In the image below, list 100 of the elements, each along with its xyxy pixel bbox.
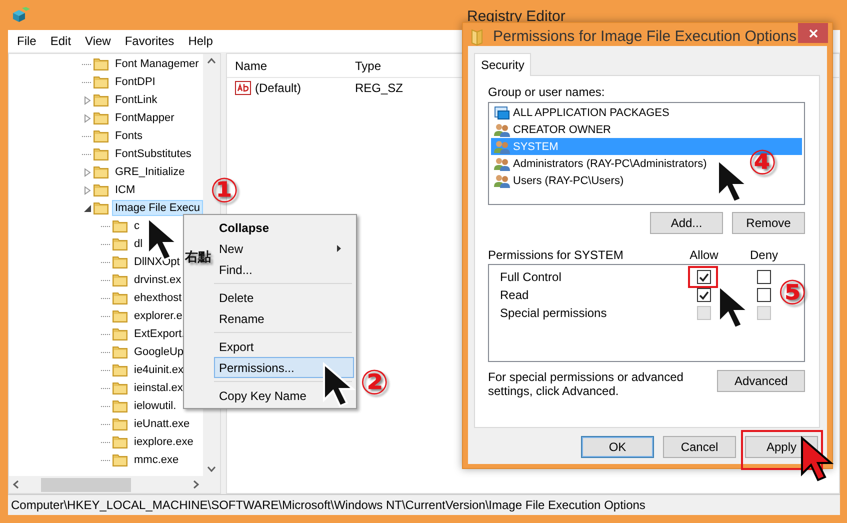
tree-item[interactable]: ehexthost <box>131 290 185 306</box>
folder-icon <box>112 309 128 323</box>
tree-item[interactable]: ielowutil. <box>131 398 180 414</box>
tree-item[interactable]: ie4uinit.ex <box>131 362 187 378</box>
tree-item[interactable]: c <box>131 218 142 234</box>
pointer-cursor-icon <box>322 362 354 408</box>
folder-icon <box>93 165 109 179</box>
deny-checkbox[interactable] <box>757 270 771 284</box>
horizontal-scrollbar[interactable] <box>9 476 203 493</box>
menu-item[interactable]: File <box>10 34 44 48</box>
tree-item[interactable]: ieinstal.ex <box>131 380 186 396</box>
chevron-down-icon[interactable] <box>207 466 216 472</box>
dialog-button[interactable]: OK <box>581 436 654 458</box>
group-label: Group or user names: <box>488 85 606 99</box>
context-menu-item[interactable]: Delete <box>214 287 354 308</box>
column-header[interactable]: Type <box>347 58 457 72</box>
folder-icon <box>93 93 109 107</box>
tree-item[interactable]: explorer.e <box>131 308 186 324</box>
folder-icon <box>112 291 128 305</box>
expand-arrow-icon[interactable] <box>84 168 90 176</box>
tree-item[interactable]: ieUnatt.exe <box>131 416 193 432</box>
menu-item[interactable]: Edit <box>43 34 78 48</box>
deny-checkbox[interactable] <box>757 288 771 302</box>
table-cell: REG_SZ <box>355 81 404 95</box>
collapse-arrow-icon[interactable] <box>84 204 90 212</box>
chevron-up-icon[interactable] <box>207 58 216 64</box>
folder-icon <box>112 237 128 251</box>
expand-arrow-icon[interactable] <box>84 114 90 122</box>
tree-item[interactable]: ICM <box>112 182 138 198</box>
tree-item[interactable]: Image File Execu <box>112 200 203 216</box>
advanced-hint: For special permissions or advanced settings, click Advanced. <box>488 370 684 398</box>
menu-item[interactable]: Favorites <box>118 34 182 48</box>
folder-icon <box>112 417 128 431</box>
permission-name: Read <box>500 288 530 302</box>
dialog-button[interactable]: Add... <box>650 212 723 234</box>
dialog-button[interactable]: Remove <box>732 212 805 234</box>
tree-item[interactable]: mmc.exe <box>131 452 182 468</box>
folder-icon <box>112 453 128 467</box>
folder-icon <box>93 129 109 143</box>
step-number: ① <box>210 174 239 208</box>
tree-item[interactable]: FontSubstitutes <box>112 146 194 162</box>
table-cell: (Default) <box>255 81 302 95</box>
tree-item[interactable]: GRE_Initialize <box>112 164 188 180</box>
tab[interactable]: Security <box>474 53 532 76</box>
close-button[interactable] <box>798 23 828 43</box>
folder-icon <box>93 75 109 89</box>
tree-item[interactable]: FontMapper <box>112 110 178 126</box>
package-icon <box>494 106 510 120</box>
column-header[interactable]: Name <box>227 58 347 72</box>
tree-item[interactable]: FontDPI <box>112 74 158 90</box>
tree-item[interactable]: FontLink <box>112 92 160 108</box>
context-menu-item[interactable]: Rename <box>214 308 354 329</box>
user-list-item[interactable]: ALL APPLICATION PACKAGES <box>491 104 672 121</box>
folder-icon <box>112 345 128 359</box>
expand-arrow-icon[interactable] <box>84 96 90 104</box>
permission-name: Full Control <box>500 270 562 284</box>
tree-item[interactable]: drvinst.ex <box>131 272 184 288</box>
folder-icon <box>93 201 109 215</box>
chevron-left-icon[interactable] <box>13 480 19 489</box>
users-icon <box>494 174 510 188</box>
folder-icon <box>112 255 128 269</box>
tree-item[interactable]: iexplore.exe <box>131 434 196 450</box>
chevron-right-icon[interactable] <box>193 480 199 489</box>
menu-item[interactable]: Help <box>181 34 220 48</box>
folder-icon <box>112 273 128 287</box>
users-icon <box>494 156 510 170</box>
tree-item[interactable]: Fonts <box>112 128 146 144</box>
folder-icon <box>112 381 128 395</box>
tree-item[interactable]: GoogleUp <box>131 344 187 360</box>
folder-icon <box>93 57 109 71</box>
tree-item[interactable]: Font Managemer <box>112 56 202 72</box>
folder-icon <box>93 147 109 161</box>
expand-arrow-icon[interactable] <box>84 186 90 194</box>
user-list-item[interactable]: Users (RAY-PC\Users) <box>491 172 627 189</box>
folder-icon <box>112 399 128 413</box>
menu-item[interactable]: View <box>78 34 118 48</box>
folder-icon <box>112 435 128 449</box>
context-menu-item[interactable]: Find... <box>214 259 354 280</box>
scrollbar-thumb[interactable] <box>41 478 131 492</box>
context-menu-item[interactable]: New <box>214 238 354 259</box>
folder-icon <box>112 327 128 341</box>
allow-checkbox[interactable] <box>697 288 711 302</box>
column-header: Deny <box>750 248 778 262</box>
pointer-cursor-icon <box>800 436 832 482</box>
context-menu-item[interactable]: Export <box>214 336 354 357</box>
user-list-item[interactable]: CREATOR OWNER <box>491 121 614 138</box>
annotation-text: 右點 <box>185 250 211 263</box>
status-bar: Computer\HKEY_LOCAL_MACHINE\SOFTWARE\Microsoft\Windows NT\CurrentVersion\Image File Execution Options <box>8 494 840 515</box>
folder-icon <box>93 111 109 125</box>
dialog-title: Permissions for Image File Execution Options <box>493 28 796 45</box>
step-number: ⑤ <box>778 276 807 310</box>
allow-checkbox[interactable] <box>697 270 711 284</box>
user-list-item[interactable]: Administrators (RAY-PC\Administrators) <box>491 155 710 172</box>
advanced-button[interactable]: Advanced <box>717 370 805 392</box>
tree-item[interactable]: dl <box>131 236 146 252</box>
column-header: Allow <box>690 248 718 262</box>
folder-icon <box>112 363 128 377</box>
dialog-button[interactable]: Cancel <box>663 436 736 458</box>
context-menu-item[interactable]: Permissions... <box>214 357 354 378</box>
context-menu-item[interactable]: Collapse <box>214 217 354 238</box>
